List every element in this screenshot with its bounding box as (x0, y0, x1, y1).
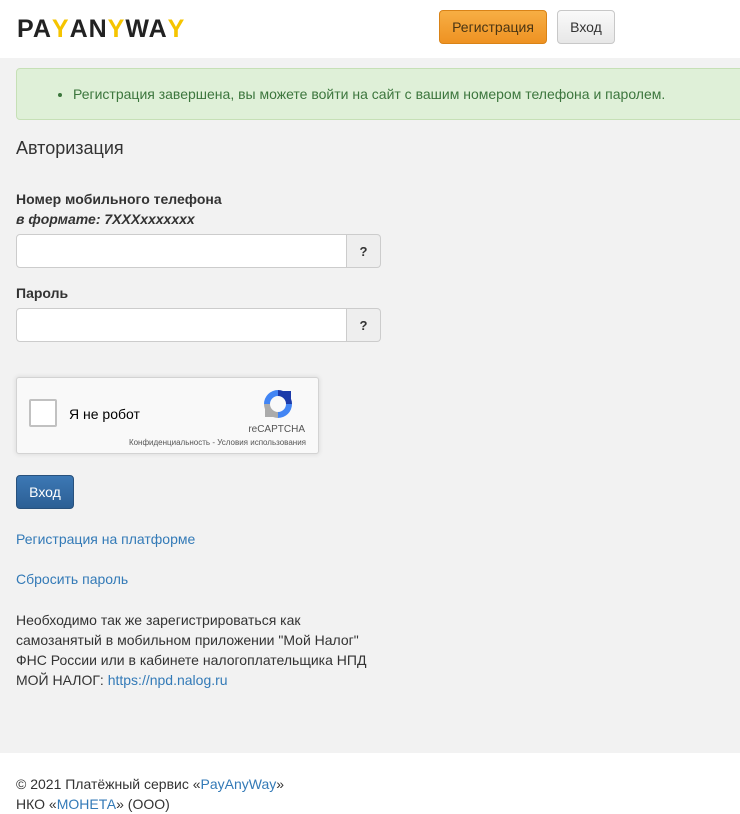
payanyway-logo[interactable]: PA Y AN Y WA Y (17, 14, 185, 44)
recaptcha-checkbox[interactable] (29, 399, 57, 427)
footer: © 2021 Платёжный сервис «PayAnyWay» НКО … (0, 753, 740, 814)
reset-password-link[interactable]: Сбросить пароль (16, 571, 128, 587)
phone-input-group: ? (16, 234, 381, 268)
logo-part: PA (17, 14, 52, 43)
password-label: Пароль (16, 285, 69, 301)
logo-part: Y (51, 14, 70, 43)
logo-part: AN (69, 14, 108, 43)
page-title: Авторизация (16, 138, 124, 158)
recaptcha-widget: Я не робот reCAPTCHA Конфиденциальность … (16, 377, 319, 454)
logo-part: WA (125, 14, 168, 43)
recaptcha-label: Я не робот (69, 406, 140, 422)
self-employed-note: Необходимо так же зарегистрироваться как… (16, 610, 381, 690)
success-alert: Регистрация завершена, вы можете войти н… (16, 68, 740, 120)
alert-message: Регистрация завершена, вы можете войти н… (73, 69, 740, 119)
login-button[interactable]: Вход (557, 10, 615, 44)
recaptcha-brand: reCAPTCHA (248, 424, 305, 435)
footer-copyright-suffix: » (276, 776, 285, 792)
footer-copyright: © 2021 Платёжный сервис «PayAnyWay» (16, 774, 284, 794)
logo-part: Y (167, 14, 186, 43)
moneta-link[interactable]: МОНЕТА (57, 796, 116, 812)
submit-login-button[interactable]: Вход (16, 475, 74, 509)
header: PA Y AN Y WA Y Регистрация Вход (0, 0, 740, 58)
phone-input[interactable] (16, 234, 347, 268)
footer-copyright-prefix: © 2021 Платёжный сервис « (16, 776, 201, 792)
payanyway-link[interactable]: PayAnyWay (201, 776, 277, 792)
footer-organization: НКО «МОНЕТА» (ООО) (16, 794, 170, 814)
password-input[interactable] (16, 308, 347, 342)
register-button[interactable]: Регистрация (439, 10, 547, 44)
password-help-button[interactable]: ? (347, 308, 381, 342)
phone-label: Номер мобильного телефона (16, 191, 222, 207)
register-platform-link[interactable]: Регистрация на платформе (16, 531, 195, 547)
recaptcha-terms: Конфиденциальность - Условия использован… (129, 438, 306, 447)
phone-format-hint: в формате: 7XXXxxxxxxx (16, 211, 195, 227)
phone-help-button[interactable]: ? (347, 234, 381, 268)
logo-part: Y (107, 14, 126, 43)
recaptcha-terms-link[interactable]: Условия использования (217, 438, 306, 447)
npd-nalog-link[interactable]: https://npd.nalog.ru (108, 672, 228, 688)
password-input-group: ? (16, 308, 381, 342)
recaptcha-logo-icon (264, 390, 292, 418)
footer-org-suffix: » (ООО) (116, 796, 170, 812)
recaptcha-privacy-link[interactable]: Конфиденциальность (129, 438, 210, 447)
footer-org-prefix: НКО « (16, 796, 57, 812)
